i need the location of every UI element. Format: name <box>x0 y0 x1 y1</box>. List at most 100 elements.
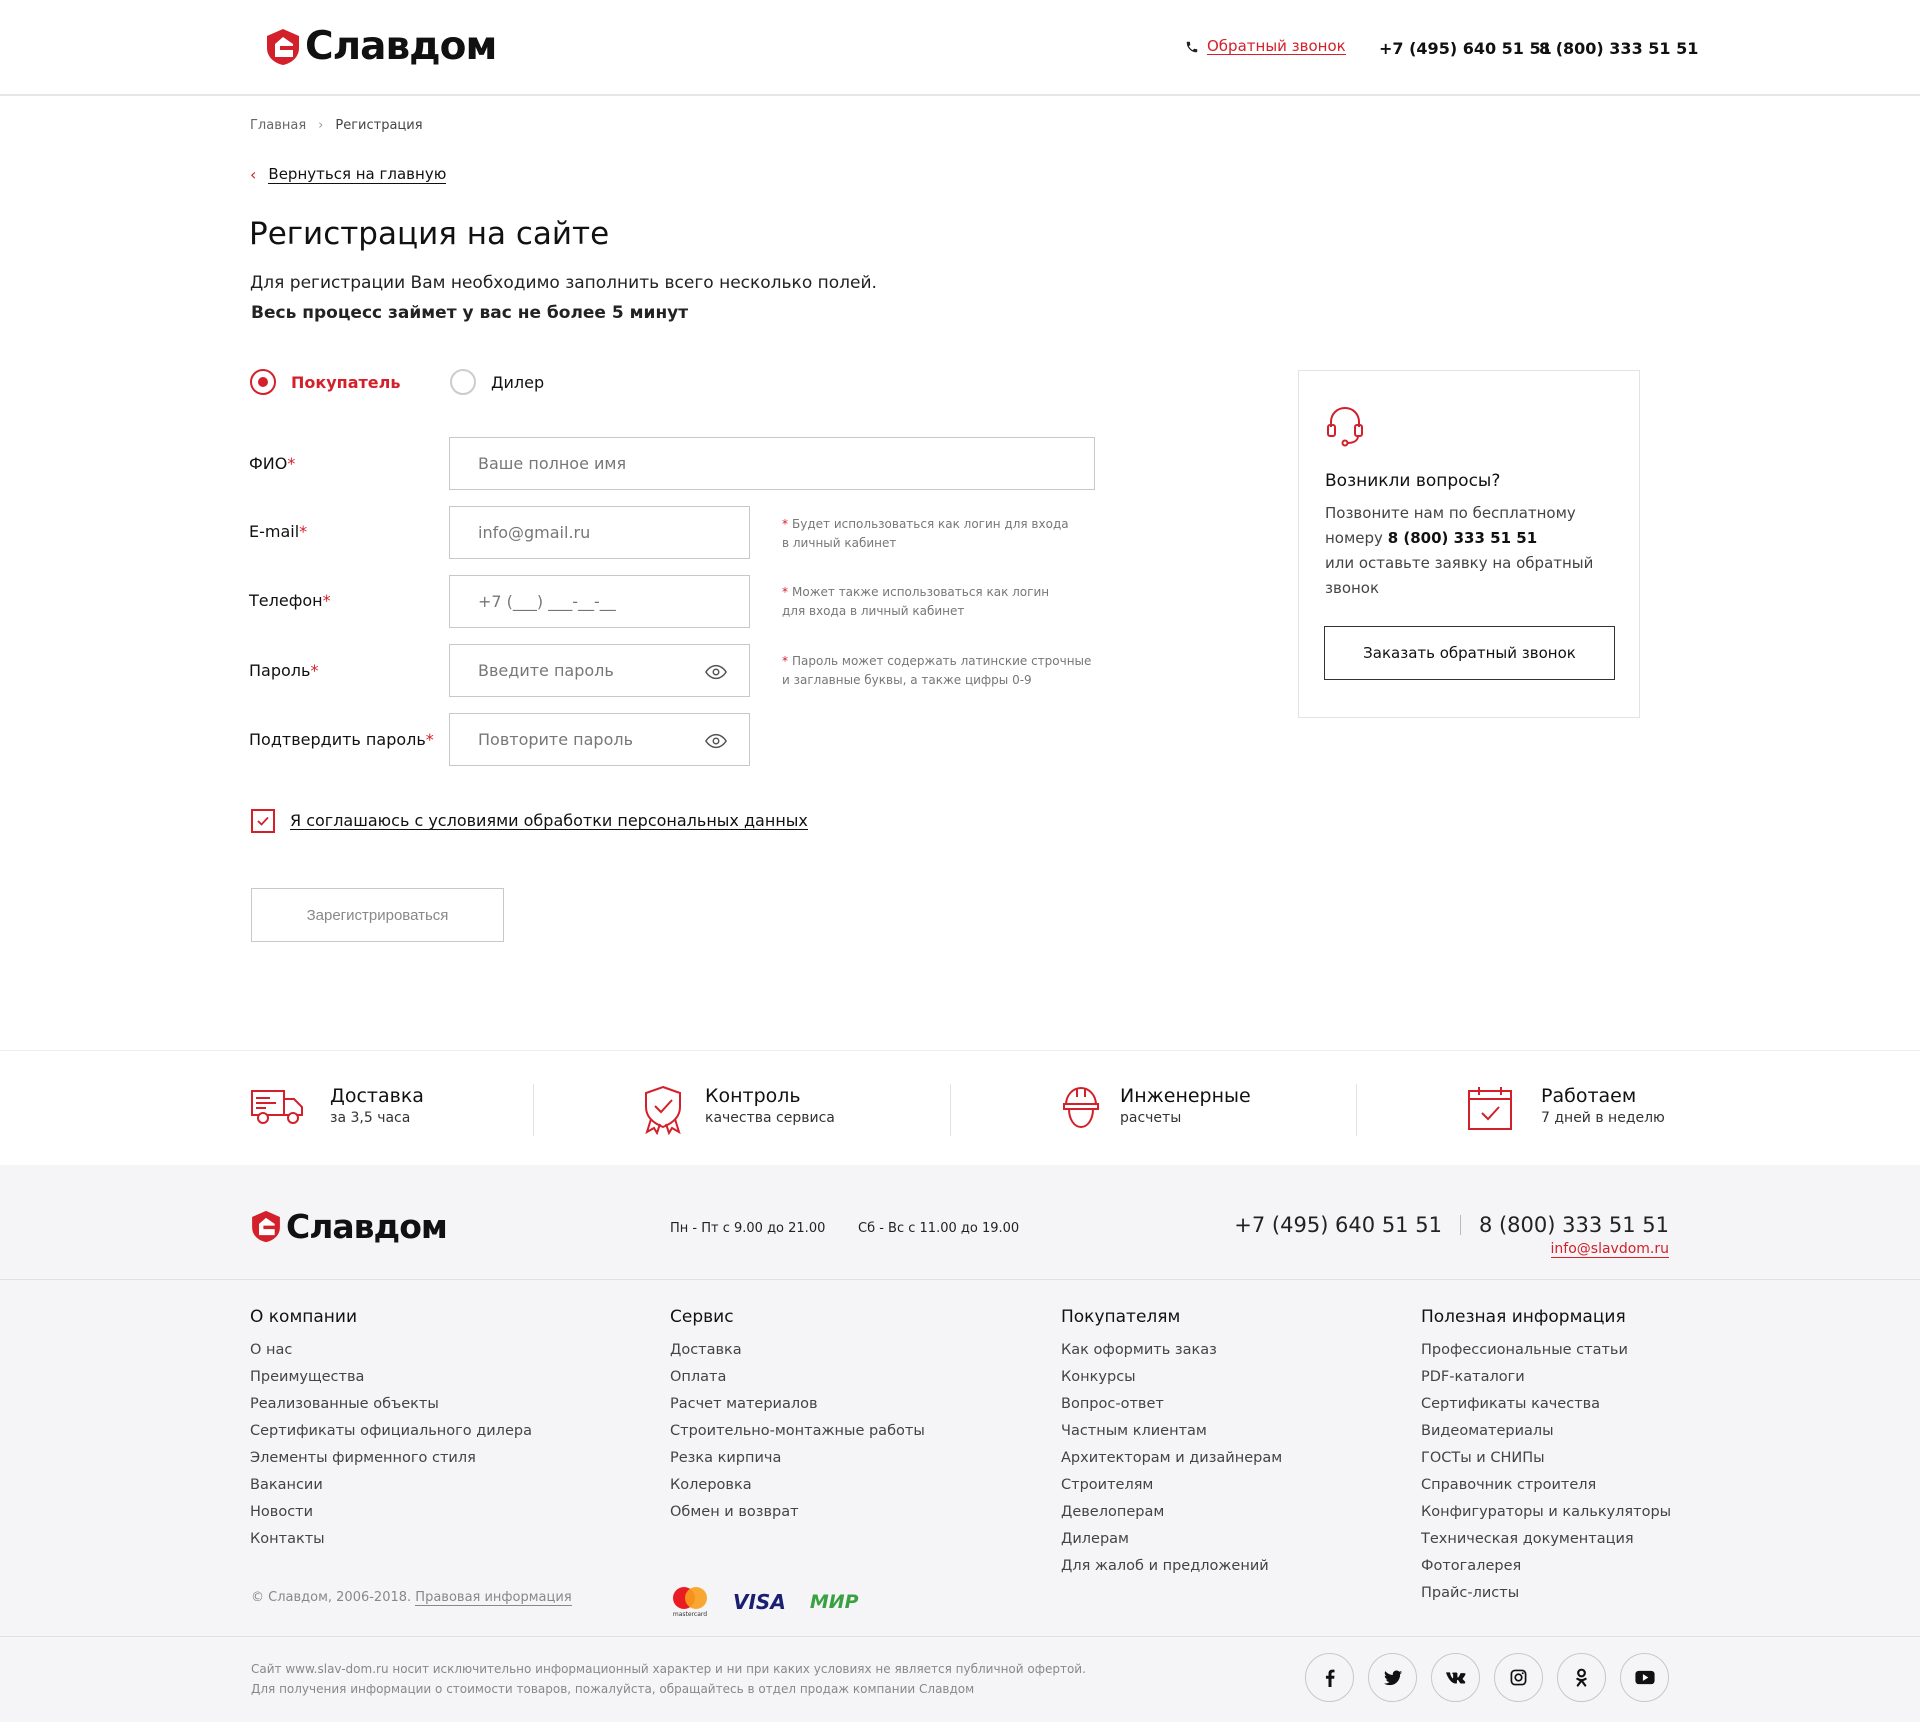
footer-link[interactable]: Архитекторам и дизайнерам <box>1061 1445 1282 1472</box>
divider <box>950 1084 951 1136</box>
footer-logo-text: Славдом <box>286 1207 448 1246</box>
footer-link[interactable]: Сертификаты официального дилера <box>250 1418 532 1445</box>
footer-link[interactable]: Вакансии <box>250 1472 532 1499</box>
facebook-icon[interactable] <box>1305 1653 1354 1702</box>
footer-phone-free[interactable]: 8 (800) 333 51 51 <box>1479 1213 1669 1237</box>
callback-link[interactable]: Обратный звонок <box>1207 38 1346 55</box>
divider <box>0 1636 1920 1637</box>
footer-link[interactable]: О нас <box>250 1337 532 1364</box>
footer-col-useful: Полезная информация Профессиональные ста… <box>1421 1307 1671 1607</box>
radio-circle-unchecked <box>450 369 476 395</box>
feature-control-sub: качества сервиса <box>705 1110 835 1126</box>
footer-link[interactable]: Для жалоб и предложений <box>1061 1553 1282 1580</box>
site-header: Славдом Обратный звонок +7 (495) 640 51 … <box>0 0 1920 96</box>
footer-link[interactable]: Строителям <box>1061 1472 1282 1499</box>
agree-label: Я соглашаюсь с условиями обработки персо… <box>290 811 808 830</box>
legal-info-link[interactable]: Правовая информация <box>415 1590 572 1606</box>
footer-email[interactable]: info@slavdom.ru <box>1550 1242 1669 1258</box>
footer-link[interactable]: Новости <box>250 1499 532 1526</box>
footer-logo[interactable]: Славдом <box>251 1207 448 1246</box>
footer-link[interactable]: Расчет материалов <box>670 1391 925 1418</box>
breadcrumb-home[interactable]: Главная <box>250 118 306 133</box>
radio-dealer-label: Дилер <box>491 372 545 392</box>
divider <box>1459 1215 1461 1235</box>
footer-link[interactable]: Частным клиентам <box>1061 1418 1282 1445</box>
confirm-password-placeholder: Повторите пароль <box>478 730 634 749</box>
instagram-icon[interactable] <box>1494 1653 1543 1702</box>
phone-placeholder: +7 (___) ___-__-__ <box>478 592 616 611</box>
password-label: Пароль* <box>249 661 319 680</box>
site-footer: Славдом Пн - Пт с 9.00 до 21.00 Сб - Вс … <box>0 1165 1920 1722</box>
radio-buyer[interactable]: Покупатель <box>250 369 400 395</box>
confirm-password-input[interactable]: Повторите пароль <box>449 713 750 766</box>
footer-link[interactable]: Преимущества <box>250 1364 532 1391</box>
callback-header[interactable]: Обратный звонок <box>1185 38 1346 55</box>
footer-link[interactable]: Реализованные объекты <box>250 1391 532 1418</box>
footer-link[interactable]: Справочник строителя <box>1421 1472 1671 1499</box>
footer-link[interactable]: Видеоматериалы <box>1421 1418 1671 1445</box>
footer-link[interactable]: Профессиональные статьи <box>1421 1337 1671 1364</box>
page-subtitle-bold: Весь процесс займет у вас не более 5 мин… <box>251 303 689 323</box>
footer-phone-moscow[interactable]: +7 (495) 640 51 51 <box>1234 1213 1442 1237</box>
youtube-icon[interactable] <box>1620 1653 1669 1702</box>
footer-link[interactable]: Строительно-монтажные работы <box>670 1418 925 1445</box>
feature-engineering-sub: расчеты <box>1120 1110 1182 1126</box>
agree-checkbox[interactable]: Я соглашаюсь с условиями обработки персо… <box>251 809 808 833</box>
footer-col-title: Полезная информация <box>1421 1307 1626 1327</box>
feature-delivery-title: Доставка <box>330 1085 424 1107</box>
footer-link[interactable]: Как оформить заказ <box>1061 1337 1282 1364</box>
footer-link[interactable]: Техническая документация <box>1421 1526 1671 1553</box>
footer-link[interactable]: Сертификаты качества <box>1421 1391 1671 1418</box>
footer-link[interactable]: Контакты <box>250 1526 532 1553</box>
show-confirm-eye-icon[interactable] <box>705 730 727 752</box>
email-label: E-mail* <box>249 522 308 541</box>
footer-link[interactable]: Фотогалерея <box>1421 1553 1671 1580</box>
headset-icon <box>1327 406 1363 447</box>
fio-label: ФИО* <box>249 454 296 473</box>
feature-delivery: Доставка за 3,5 часа <box>250 1085 424 1129</box>
footer-link[interactable]: ГОСТы и СНИПы <box>1421 1445 1671 1472</box>
footer-link[interactable]: Обмен и возврат <box>670 1499 925 1526</box>
phone-input[interactable]: +7 (___) ___-__-__ <box>449 575 750 628</box>
footer-link[interactable]: Девелоперам <box>1061 1499 1282 1526</box>
footer-link[interactable]: Элементы фирменного стиля <box>250 1445 532 1472</box>
footer-link[interactable]: Конкурсы <box>1061 1364 1282 1391</box>
footer-link[interactable]: Прайс-листы <box>1421 1580 1671 1607</box>
header-phone-free[interactable]: 8 (800) 333 51 51 <box>1539 39 1698 58</box>
footer-col-title: О компании <box>250 1307 358 1327</box>
footer-link[interactable]: Колеровка <box>670 1472 925 1499</box>
password-hint: * Пароль может содержать латинские строчн… <box>782 654 1092 687</box>
site-logo[interactable]: Славдом <box>266 24 497 69</box>
password-input[interactable]: Введите пароль <box>449 644 750 697</box>
footer-link[interactable]: Дилерам <box>1061 1526 1282 1553</box>
vk-icon[interactable] <box>1431 1653 1480 1702</box>
order-callback-button[interactable]: Заказать обратный звонок <box>1324 626 1615 680</box>
back-to-home-link[interactable]: ‹ Вернуться на главную <box>250 165 447 184</box>
footer-col-service: Сервис Доставка Оплата Расчет материалов… <box>670 1307 925 1526</box>
help-card: Возникли вопросы? Позвоните нам по беспл… <box>1298 370 1640 718</box>
header-phone-moscow[interactable]: +7 (495) 640 51 51 <box>1379 39 1552 58</box>
email-hint: * Будет использоваться как логин для вход… <box>782 517 1069 550</box>
feature-engineering-title: Инженерные <box>1120 1085 1251 1107</box>
footer-link[interactable]: Вопрос-ответ <box>1061 1391 1282 1418</box>
footer-link[interactable]: Доставка <box>670 1337 925 1364</box>
social-links <box>1291 1653 1669 1702</box>
odnoklassniki-icon[interactable] <box>1557 1653 1606 1702</box>
checkbox-checked <box>251 809 275 833</box>
feature-schedule-sub: 7 дней в неделю <box>1541 1110 1665 1126</box>
email-input[interactable]: info@gmail.ru <box>449 506 750 559</box>
twitter-icon[interactable] <box>1368 1653 1417 1702</box>
footer-link[interactable]: PDF-каталоги <box>1421 1364 1671 1391</box>
feature-control-title: Контроль <box>705 1085 801 1107</box>
hours-weekend: Сб - Вс с 11.00 до 19.00 <box>858 1221 1020 1236</box>
fio-input[interactable]: Ваше полное имя <box>449 437 1095 490</box>
phone-hint: * Может также использоваться как логин дл… <box>782 585 1050 618</box>
radio-dealer[interactable]: Дилер <box>450 369 544 395</box>
footer-link[interactable]: Конфигураторы и калькуляторы <box>1421 1499 1671 1526</box>
footer-link[interactable]: Оплата <box>670 1364 925 1391</box>
breadcrumb-current: Регистрация <box>335 118 423 133</box>
show-password-eye-icon[interactable] <box>705 661 727 683</box>
register-button[interactable]: Зарегистрироваться <box>251 888 504 942</box>
footer-link[interactable]: Резка кирпича <box>670 1445 925 1472</box>
mir-icon: МИР <box>809 1591 859 1613</box>
